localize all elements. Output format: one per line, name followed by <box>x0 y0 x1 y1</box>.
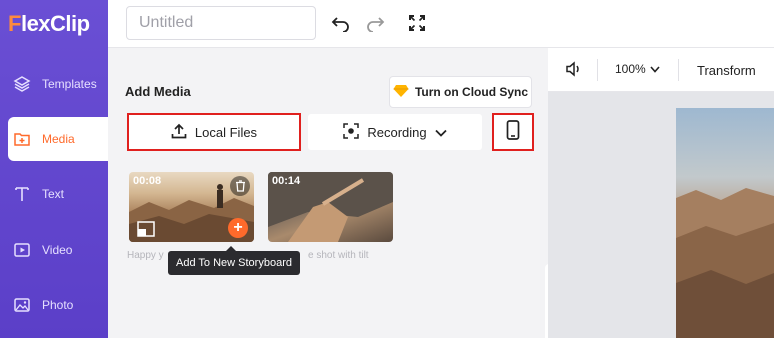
sidebar-item-label: Video <box>42 243 73 257</box>
clip-caption: e shot with tilt <box>308 250 369 261</box>
folder-plus-icon <box>12 129 32 149</box>
add-clip-icon[interactable]: + <box>228 218 248 238</box>
clip-duration: 00:08 <box>133 175 162 187</box>
cloud-sync-button[interactable]: Turn on Cloud Sync <box>389 76 532 108</box>
preview-canvas <box>548 92 774 338</box>
local-files-label: Local Files <box>194 124 258 140</box>
volume-icon[interactable] <box>565 61 583 82</box>
chevron-down-icon <box>650 65 660 73</box>
divider <box>678 59 679 81</box>
project-title-input[interactable] <box>126 6 316 40</box>
sidebar-item-label: Text <box>42 187 65 201</box>
clip-caption: Happy y <box>127 250 164 261</box>
media-clip-thumbnail[interactable]: 00:08 + <box>129 172 254 242</box>
video-icon <box>12 240 32 260</box>
record-icon <box>343 122 360 142</box>
zoom-select[interactable]: 100% <box>615 62 660 76</box>
local-files-button[interactable]: Local Files <box>127 113 301 151</box>
phone-upload-button[interactable] <box>492 113 534 151</box>
recording-button[interactable]: Recording <box>308 114 482 150</box>
photo-icon <box>12 295 32 315</box>
sidebar-item-text[interactable]: Text <box>0 172 108 216</box>
sidebar-item-templates[interactable]: Templates <box>0 62 108 106</box>
upload-icon <box>171 123 187 142</box>
diamond-icon <box>393 84 409 101</box>
sidebar-item-label: Media <box>42 132 75 146</box>
sidebar-item-label: Templates <box>42 77 97 91</box>
trash-icon[interactable] <box>230 176 250 196</box>
zoom-value: 100% <box>615 62 646 76</box>
picture-in-picture-icon[interactable] <box>137 221 155 237</box>
flexclip-logo[interactable]: FlexClip <box>8 10 90 38</box>
recording-label: Recording <box>367 124 427 140</box>
preview-image-canyon <box>676 188 774 338</box>
sidebar-item-video[interactable]: Video <box>0 228 108 272</box>
phone-icon <box>506 119 520 145</box>
logo-initial: F <box>8 11 21 36</box>
expand-icon[interactable] <box>406 12 428 34</box>
text-icon <box>12 184 32 204</box>
redo-icon[interactable] <box>364 12 386 34</box>
media-clip-thumbnail[interactable]: 00:14 <box>268 172 393 242</box>
transform-button[interactable]: Transform <box>697 63 756 78</box>
panel-title: Add Media <box>125 84 191 99</box>
cloud-sync-label: Turn on Cloud Sync <box>414 85 529 99</box>
divider <box>597 59 598 81</box>
top-bar <box>108 0 774 48</box>
preview-toolbar: 100% Transform <box>548 48 774 92</box>
sidebar-item-media[interactable]: Media <box>8 117 108 161</box>
media-panel: Add Media Turn on Cloud Sync Local Files… <box>108 48 563 338</box>
chevron-down-icon <box>434 125 447 140</box>
add-to-storyboard-tooltip: Add To New Storyboard <box>168 246 300 275</box>
undo-icon[interactable] <box>330 12 352 34</box>
clip-duration: 00:14 <box>272 175 301 187</box>
sidebar-item-label: Photo <box>42 298 74 312</box>
preview-photo[interactable] <box>676 108 774 338</box>
logo-text: lexClip <box>20 11 90 36</box>
sidebar: FlexClip Templates Media Text Video Phot… <box>0 0 108 338</box>
sidebar-item-photo[interactable]: Photo <box>0 283 108 327</box>
layers-icon <box>12 74 32 94</box>
